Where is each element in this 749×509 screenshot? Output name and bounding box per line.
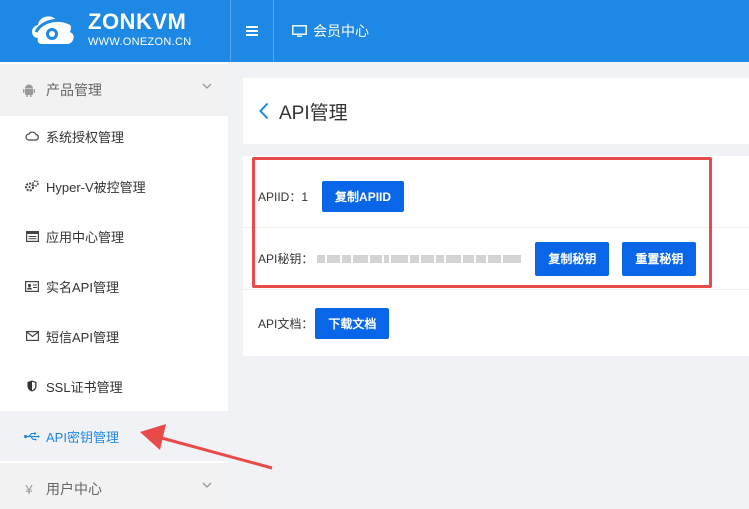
- id-card-icon: [24, 280, 40, 292]
- logo-icon: [32, 16, 75, 45]
- masked-secret: [317, 252, 523, 266]
- sidebar-item-label: SSL证书管理: [46, 379, 123, 395]
- chevron-down-icon: [202, 482, 212, 488]
- gears-icon: [24, 180, 40, 192]
- doc-row: API文档： 下载文档: [243, 306, 749, 340]
- sidebar-item-label: API密钥管理: [46, 429, 119, 445]
- monitor-icon: [292, 24, 307, 37]
- sidebar-item-hyperv[interactable]: Hyper-V被控管理: [0, 161, 228, 211]
- sidebar-item-label: 应用中心管理: [46, 229, 125, 245]
- back-button[interactable]: [259, 102, 269, 120]
- top-header: ZONKVM WWW.ONEZON.CN 会员中心: [0, 0, 749, 62]
- page-header: API管理: [243, 78, 749, 144]
- chevron-left-icon: [259, 102, 269, 120]
- secret-row: API秘钥： 复制秘钥 重置秘钥: [243, 228, 749, 290]
- sidebar-group-label: 产品管理: [46, 82, 102, 98]
- sidebar-item-label: 短信API管理: [46, 329, 119, 345]
- hamburger-icon: [246, 26, 258, 36]
- page-title: API管理: [279, 102, 348, 124]
- envelope-icon: [24, 331, 40, 341]
- sidebar-item-label: 系统授权管理: [46, 129, 125, 145]
- sidebar-item-ssl[interactable]: SSL证书管理: [0, 361, 228, 411]
- android-icon: [22, 84, 36, 97]
- sidebar-item-realname-api[interactable]: 实名API管理: [0, 261, 228, 311]
- copy-apiid-button[interactable]: 复制APIID: [322, 181, 405, 212]
- site-url: WWW.ONEZON.CN: [88, 36, 192, 48]
- chevron-down-icon: [202, 83, 212, 89]
- secret-label: API秘钥：: [258, 252, 314, 266]
- cloud-icon: [24, 131, 40, 141]
- brand-name: ZONKVM: [88, 9, 187, 34]
- menu-toggle-button[interactable]: [231, 0, 273, 62]
- yen-icon: ¥: [25, 481, 33, 497]
- member-center-label: 会员中心: [313, 23, 369, 39]
- download-doc-button[interactable]: 下载文档: [315, 307, 390, 339]
- copy-secret-button[interactable]: 复制秘钥: [535, 241, 610, 276]
- sidebar-group-label: 用户中心: [46, 481, 102, 497]
- window-icon: [24, 230, 40, 242]
- reset-secret-button[interactable]: 重置秘钥: [622, 241, 697, 276]
- doc-label: API文档：: [258, 316, 314, 331]
- logo[interactable]: ZONKVM WWW.ONEZON.CN: [0, 0, 230, 62]
- sidebar-item-system-auth[interactable]: 系统授权管理: [0, 111, 228, 161]
- sidebar-item-label: Hyper-V被控管理: [46, 179, 146, 195]
- sidebar-group-user-center[interactable]: ¥ 用户中心: [0, 463, 228, 509]
- shield-icon: [24, 380, 40, 392]
- sidebar-item-sms-api[interactable]: 短信API管理: [0, 311, 228, 361]
- header-divider: [273, 0, 274, 62]
- sidebar-item-api-key[interactable]: API密钥管理: [0, 411, 228, 461]
- sidebar-item-app-center[interactable]: 应用中心管理: [0, 211, 228, 261]
- apiid-row: APIID： 1 复制APIID: [243, 166, 749, 228]
- sidebar-item-label: 实名API管理: [46, 279, 119, 295]
- apiid-label: APIID：: [258, 190, 302, 204]
- apiid-value: 1: [301, 189, 309, 204]
- api-panel: APIID： 1 复制APIID API秘钥： 复制秘钥 重置秘钥 API文档：…: [243, 156, 749, 356]
- usb-icon: [24, 432, 40, 441]
- member-center-link[interactable]: 会员中心: [292, 0, 369, 62]
- sidebar-group-products[interactable]: 产品管理: [0, 64, 228, 116]
- sidebar: 产品管理 系统授权管理 Hyper-V被控管理 应用中心管理 实名API管理 短…: [0, 62, 228, 509]
